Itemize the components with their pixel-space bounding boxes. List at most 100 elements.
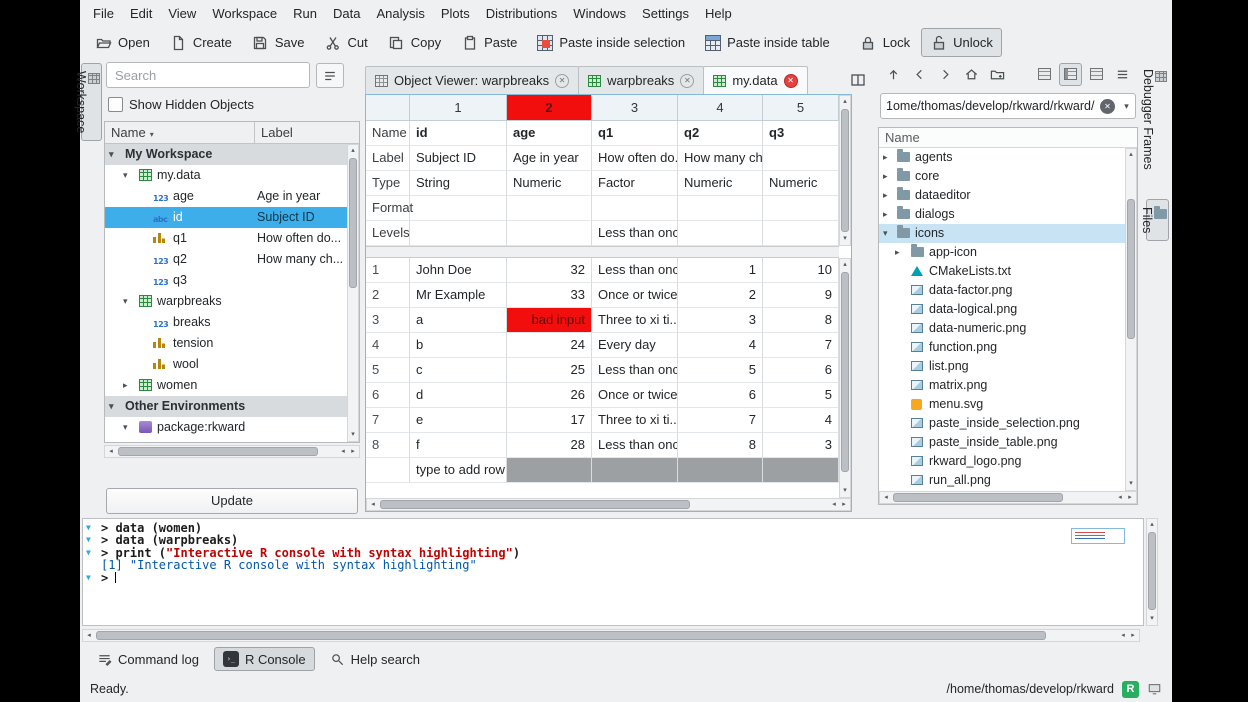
chevron-right-icon[interactable]: ▸: [883, 186, 888, 205]
paste-inside-selection-button[interactable]: Paste inside selection: [528, 29, 694, 57]
close-tab-modified-icon[interactable]: [784, 74, 798, 88]
scroll-down-button[interactable]: ▾: [1147, 614, 1157, 624]
scroll-left-button[interactable]: ◂: [881, 493, 891, 503]
scroll-up-button[interactable]: ▴: [1147, 520, 1157, 530]
home-button[interactable]: [960, 63, 983, 86]
data-cell[interactable]: 17: [507, 408, 592, 433]
show-hidden-checkbox[interactable]: [108, 97, 123, 112]
unlock-button[interactable]: Unlock: [921, 28, 1002, 57]
data-cell[interactable]: Less than onc...: [592, 358, 678, 383]
scroll-down-button[interactable]: ▾: [840, 234, 850, 244]
data-cell[interactable]: d: [410, 383, 507, 408]
data-cell[interactable]: 9: [763, 283, 839, 308]
data-cell[interactable]: Three to xi ti...: [592, 408, 678, 433]
tab-warpbreaks[interactable]: warpbreaks: [578, 66, 704, 94]
meta-cell[interactable]: age: [507, 121, 592, 146]
scroll-up-button[interactable]: ▴: [348, 146, 358, 156]
file-item[interactable]: data-logical.png: [879, 300, 1125, 319]
console-horizontal-scrollbar[interactable]: ◂ ◂ ▸: [82, 629, 1140, 642]
chevron-down-icon[interactable]: ▾: [123, 291, 128, 312]
column-header-2[interactable]: 2: [507, 95, 592, 121]
row-header[interactable]: 2: [366, 283, 410, 308]
data-cell[interactable]: a: [410, 308, 507, 333]
data-cell[interactable]: Less than onc...: [592, 433, 678, 458]
tool-tab-workspace[interactable]: Workspace: [81, 63, 102, 141]
scroll-left-button[interactable]: ◂: [338, 447, 348, 457]
menu-item-workspace[interactable]: Workspace: [204, 2, 285, 25]
new-folder-button[interactable]: [986, 63, 1009, 86]
meta-cell[interactable]: [763, 146, 839, 171]
tree-item[interactable]: ▾warpbreaks: [105, 291, 347, 312]
chevron-right-icon[interactable]: ▸: [883, 205, 888, 224]
file-item[interactable]: data-factor.png: [879, 281, 1125, 300]
file-item[interactable]: ▸agents: [879, 148, 1125, 167]
file-item[interactable]: data-numeric.png: [879, 319, 1125, 338]
copy-button[interactable]: Copy: [379, 28, 450, 57]
chevron-right-icon[interactable]: ▸: [883, 167, 888, 186]
forward-button[interactable]: [934, 63, 957, 86]
tree-item[interactable]: q3: [105, 270, 347, 291]
data-cell[interactable]: Mr Example: [410, 283, 507, 308]
tree-item[interactable]: idSubject ID: [105, 207, 347, 228]
files-column-header-name[interactable]: Name: [879, 128, 1137, 148]
row-header[interactable]: 1: [366, 258, 410, 283]
add-row-input-cell[interactable]: type to add row: [410, 458, 507, 483]
meta-cell[interactable]: [507, 196, 592, 221]
tree-item[interactable]: q1How often do...: [105, 228, 347, 249]
tree-item[interactable]: ▾my.data: [105, 165, 347, 186]
tab-my-data[interactable]: my.data: [703, 66, 807, 94]
menu-item-edit[interactable]: Edit: [122, 2, 160, 25]
column-header-3[interactable]: 3: [592, 95, 678, 121]
data-cell[interactable]: e: [410, 408, 507, 433]
scrollbar-thumb[interactable]: [118, 447, 318, 456]
grid-horizontal-scrollbar[interactable]: ◂ ◂ ▸: [366, 498, 851, 511]
configure-view-button[interactable]: [316, 63, 344, 88]
meta-cell[interactable]: id: [410, 121, 507, 146]
data-cell[interactable]: Three to xi ti...: [592, 308, 678, 333]
file-item[interactable]: ▾icons: [879, 224, 1125, 243]
back-button[interactable]: [908, 63, 931, 86]
menu-item-file[interactable]: File: [85, 2, 122, 25]
file-item[interactable]: rkward_logo.png: [879, 452, 1125, 471]
menu-item-run[interactable]: Run: [285, 2, 325, 25]
menu-item-view[interactable]: View: [160, 2, 204, 25]
chevron-down-icon[interactable]: ▾: [123, 417, 128, 438]
scroll-right-button[interactable]: ▸: [1128, 631, 1138, 641]
menu-item-settings[interactable]: Settings: [634, 2, 697, 25]
data-cell[interactable]: 3: [763, 433, 839, 458]
meta-cell[interactable]: [507, 221, 592, 246]
scrollbar-thumb[interactable]: [1127, 199, 1135, 339]
meta-cell[interactable]: [678, 196, 763, 221]
data-cell[interactable]: 5: [678, 358, 763, 383]
scroll-left-button[interactable]: ◂: [84, 631, 94, 641]
chevron-right-icon[interactable]: ▸: [123, 375, 128, 396]
up-button[interactable]: [882, 63, 905, 86]
chevron-right-icon[interactable]: ▸: [895, 243, 900, 262]
meta-cell[interactable]: Factor: [592, 171, 678, 196]
scroll-down-button[interactable]: ▾: [348, 430, 358, 440]
file-item[interactable]: menu.svg: [879, 395, 1125, 414]
data-cell[interactable]: 32: [507, 258, 592, 283]
column-header-name[interactable]: Name▾: [105, 122, 255, 143]
row-header[interactable]: 6: [366, 383, 410, 408]
data-cell[interactable]: 26: [507, 383, 592, 408]
data-cell[interactable]: 5: [763, 383, 839, 408]
scrollbar-thumb[interactable]: [841, 272, 849, 472]
data-cell[interactable]: 7: [678, 408, 763, 433]
tree-item[interactable]: tension: [105, 333, 347, 354]
meta-cell[interactable]: [678, 221, 763, 246]
file-item[interactable]: ▸dataeditor: [879, 186, 1125, 205]
data-cell[interactable]: 7: [763, 333, 839, 358]
meta-cell[interactable]: Less than onc...: [592, 221, 678, 246]
tree-item[interactable]: breaks: [105, 312, 347, 333]
data-cell[interactable]: 3: [678, 308, 763, 333]
paste-button[interactable]: Paste: [452, 28, 526, 57]
close-tab-icon[interactable]: [680, 74, 694, 88]
scroll-down-button[interactable]: ▾: [1126, 479, 1136, 489]
file-item[interactable]: ▸dialogs: [879, 205, 1125, 224]
data-cell[interactable]: f: [410, 433, 507, 458]
data-vertical-scrollbar[interactable]: ▴ ▾: [839, 258, 851, 498]
chevron-down-icon[interactable]: ▾: [123, 165, 128, 186]
data-cell[interactable]: Every day: [592, 333, 678, 358]
scroll-up-button[interactable]: ▴: [840, 260, 850, 270]
